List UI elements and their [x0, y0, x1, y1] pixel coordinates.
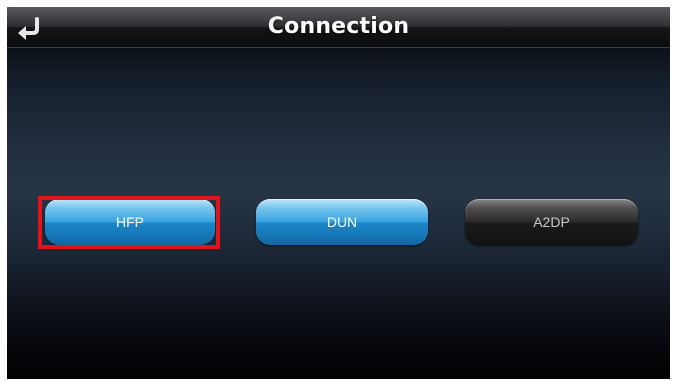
title-bar: Connection — [7, 7, 670, 48]
dun-button[interactable]: DUN — [256, 199, 428, 245]
a2dp-button[interactable]: A2DP — [465, 199, 638, 245]
hfp-button[interactable]: HFP — [45, 199, 215, 245]
content-area: HFP DUN A2DP — [7, 48, 670, 379]
page-title: Connection — [267, 14, 410, 39]
device-screen: Connection HFP DUN A2DP — [7, 7, 670, 379]
